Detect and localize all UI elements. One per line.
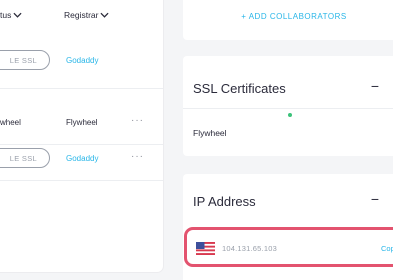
ssl-badge-label: LE SSL xyxy=(9,153,37,163)
registrar-link[interactable]: Godaddy xyxy=(66,56,98,65)
site-host: wheel xyxy=(0,118,21,127)
more-menu-icon[interactable]: ··· xyxy=(131,115,144,126)
ip-address-title: IP Address xyxy=(193,194,256,209)
row-divider xyxy=(0,180,163,181)
copy-ip-button[interactable]: Copy xyxy=(381,244,393,253)
collapse-ssl-button[interactable]: − xyxy=(371,78,379,94)
ip-address-row: 104.131.65.103 Copy xyxy=(184,227,393,267)
registrar-column-header[interactable]: Registrar xyxy=(64,10,110,20)
more-menu-icon[interactable]: ··· xyxy=(131,151,144,162)
status-dot-icon xyxy=(288,113,292,117)
app-stage: tus Registrar LE SSL Godaddy wheel Flywh… xyxy=(0,0,393,280)
us-flag-icon xyxy=(196,242,215,255)
sites-table-card: tus Registrar LE SSL Godaddy wheel Flywh… xyxy=(0,0,163,272)
status-header-label: tus xyxy=(0,10,12,20)
section-divider xyxy=(183,108,393,109)
ssl-badge[interactable]: LE SSL xyxy=(0,50,50,70)
collapse-ip-button[interactable]: − xyxy=(371,191,379,207)
row-divider xyxy=(0,88,163,89)
ssl-certificates-title: SSL Certificates xyxy=(193,81,286,96)
ssl-host-name: Flywheel xyxy=(193,128,227,138)
registrar-link[interactable]: Godaddy xyxy=(66,154,98,163)
chevron-down-icon xyxy=(100,12,110,18)
row-divider xyxy=(0,144,163,145)
ssl-badge-label: LE SSL xyxy=(9,55,37,65)
ip-address-value: 104.131.65.103 xyxy=(222,244,277,253)
status-column-header[interactable]: tus xyxy=(0,10,22,20)
ssl-badge[interactable]: LE SSL xyxy=(0,148,50,168)
registrar-header-label: Registrar xyxy=(64,10,99,20)
ssl-certificates-card: SSL Certificates − Flywheel xyxy=(183,56,393,156)
registrar-name: Flywheel xyxy=(66,118,98,127)
collaborators-card: + ADD COLLABORATORS xyxy=(183,0,393,40)
chevron-down-icon xyxy=(13,12,22,18)
add-collaborators-button[interactable]: + ADD COLLABORATORS xyxy=(183,12,393,21)
